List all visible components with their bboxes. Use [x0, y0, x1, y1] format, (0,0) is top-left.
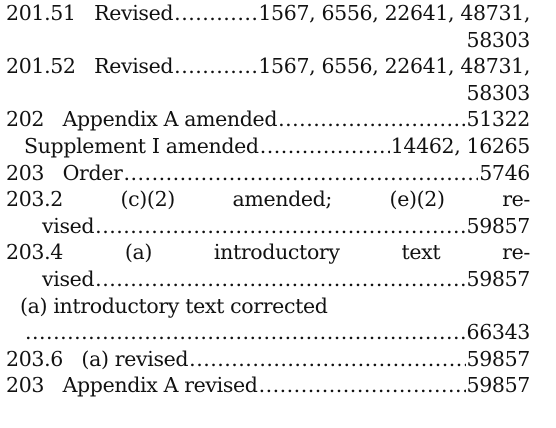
entry-pages: 59857: [466, 373, 530, 398]
leader-dots: [174, 0, 257, 27]
entry-203-4-corrected-continued: 66343: [6, 319, 530, 346]
entry-pages-continued: 58303: [466, 27, 530, 52]
entry-202-appendix-a: 202 Appendix A amended 51322: [6, 106, 530, 133]
entry-pages: 66343: [466, 320, 530, 345]
entry-label: 203 Appendix A revised: [6, 373, 258, 398]
leader-dots: [174, 53, 257, 80]
entry-202-supplement-i: Supplement I amended 14462, 16265: [6, 133, 530, 160]
entry-201-51-continued: 58303: [6, 27, 530, 54]
entry-pages: 5746: [479, 160, 530, 185]
entry-text: 203.2 (c)(2) amended; (e)(2) re-: [6, 187, 530, 212]
entry-label: 203 Order: [6, 160, 123, 185]
entry-pages: 14462, 16265: [390, 133, 530, 158]
leader-dots: [95, 266, 465, 293]
entry-203-4-continued: vised 59857: [6, 266, 530, 293]
entry-label: 201.52 Revised: [6, 54, 174, 79]
entry-pages: 1567, 6556, 22641, 48731,: [258, 1, 530, 25]
leader-dots: [278, 106, 465, 133]
entry-label: 202 Appendix A amended: [6, 107, 278, 132]
entry-203-4: 203.4 (a) introductory text re-: [6, 239, 530, 266]
entry-203-4-corrected: (a) introductory text corrected: [6, 293, 530, 320]
leader-dots: [124, 160, 479, 187]
entry-label: Supplement I amended: [24, 133, 259, 158]
entry-text: (a) introductory text corrected: [20, 293, 328, 318]
entry-pages: 59857: [466, 213, 530, 238]
entry-pages: 1567, 6556, 22641, 48731,: [258, 54, 530, 79]
entry-201-51: 201.51 Revised 1567, 6556, 22641, 48731,: [6, 0, 530, 27]
leader-dots: [189, 346, 465, 373]
entry-pages: 51322: [466, 107, 530, 132]
entry-label: vised: [42, 266, 95, 291]
entry-pages: 59857: [466, 266, 530, 291]
entry-203-order: 203 Order 5746: [6, 160, 530, 187]
entry-pages-continued: 58303: [466, 80, 530, 105]
entry-203-appendix-a: 203 Appendix A revised 59857: [6, 372, 530, 399]
entry-201-52-continued: 58303: [6, 80, 530, 107]
leader-dots: [25, 319, 466, 346]
entry-label: 201.51 Revised: [6, 1, 174, 25]
leader-dots: [259, 372, 466, 399]
entry-203-6: 203.6 (a) revised 59857: [6, 346, 530, 373]
document-page: 201.51 Revised 1567, 6556, 22641, 48731,…: [0, 0, 556, 428]
entry-203-2: 203.2 (c)(2) amended; (e)(2) re-: [6, 186, 530, 213]
leader-dots: [260, 133, 390, 160]
entry-label: vised: [42, 213, 95, 238]
entry-label: 203.6 (a) revised: [6, 346, 189, 371]
entry-text: 203.4 (a) introductory text re-: [6, 240, 530, 265]
leader-dots: [95, 213, 465, 240]
entry-pages: 59857: [466, 346, 530, 371]
entry-201-52: 201.52 Revised 1567, 6556, 22641, 48731,: [6, 53, 530, 80]
entry-203-2-continued: vised 59857: [6, 213, 530, 240]
